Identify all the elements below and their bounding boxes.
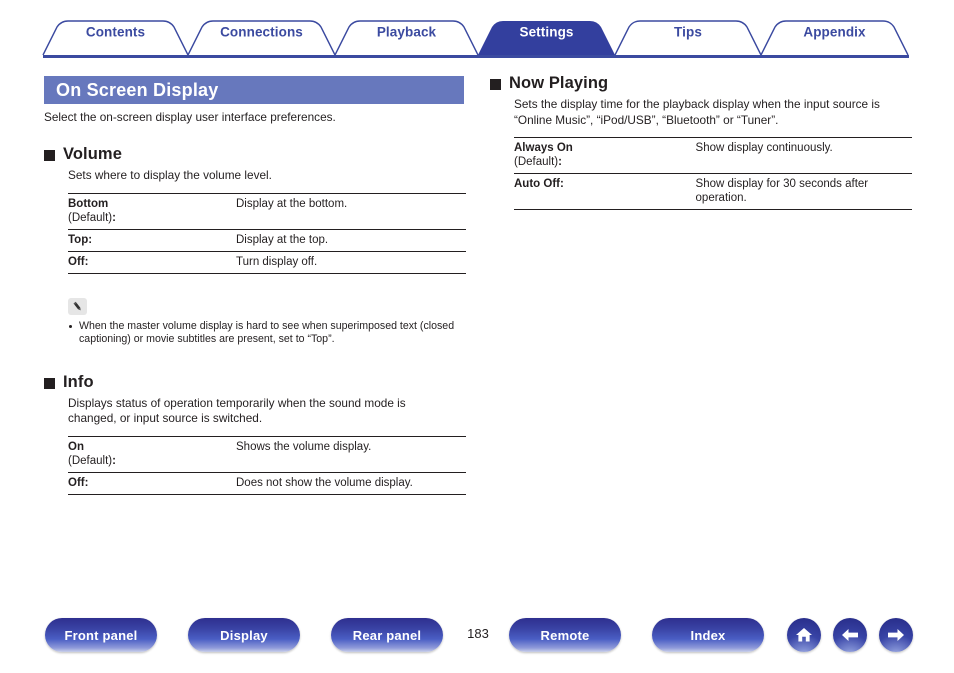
tab-settings[interactable]: Settings [478,25,615,40]
option-name: Bottom [68,197,109,210]
section-title-volume: Volume [63,145,122,163]
square-bullet-icon [44,150,55,161]
option-value: Shows the volume display. [236,440,372,453]
option-value: Turn display off. [236,255,318,268]
option-key: Off: [68,251,234,273]
option-colon: : [558,156,562,168]
option-colon: : [112,211,116,224]
page-intro: Select the on-screen display user interf… [44,110,336,124]
option-name: Top: [68,233,93,246]
note-block: When the master volume display is hard t… [44,297,464,347]
footer-bar: Front panel Display Rear panel 183 Remot… [0,618,954,658]
option-name: Auto Off: [514,178,564,190]
option-colon: : [112,454,116,467]
section-title-now-playing: Now Playing [509,74,609,92]
home-icon [796,628,812,642]
tab-connections[interactable]: Connections [188,25,335,40]
table-row: Off: Does not show the volume display. [68,472,466,494]
options-table-info: On (Default): Shows the volume display. … [68,436,466,495]
option-name: Always On [514,142,573,154]
option-key: Top: [68,229,234,251]
home-button[interactable] [787,618,821,652]
option-value: Display at the top. [236,233,329,246]
options-table-now-playing: Always On (Default): Show display contin… [514,137,912,210]
square-bullet-icon [490,79,501,90]
tab-contents[interactable]: Contents [43,25,188,40]
option-default: (Default) [68,454,113,467]
option-default: (Default) [514,156,559,168]
option-name: Off: [68,476,89,489]
left-column: Select the on-screen display user interf… [44,110,466,495]
note-item: When the master volume display is hard t… [68,320,464,347]
section-heading-volume: Volume [44,145,464,164]
arrow-left-icon [842,629,858,641]
pencil-icon-glyph [73,301,81,310]
option-default: (Default) [68,211,113,224]
option-key: Bottom (Default): [68,193,234,229]
option-key: Off: [68,472,234,494]
section-body-volume: Sets where to display the volume level. … [44,168,466,274]
section-body-now-playing: Sets the display time for the playback d… [490,97,912,210]
arrow-right-icon [888,629,904,641]
section-heading-now-playing: Now Playing [490,74,910,93]
right-column: Now Playing Sets the display time for th… [490,74,912,210]
options-table-volume: Bottom (Default): Display at the bottom.… [68,193,466,274]
table-row: Always On (Default): Show display contin… [514,137,912,174]
forward-button[interactable] [879,618,913,652]
tab-underline [43,55,909,58]
footer-button-display[interactable]: Display [188,618,300,652]
option-key: Auto Off: [514,174,694,210]
section-desc-now-playing: Sets the display time for the playback d… [514,97,880,127]
option-key: On (Default): [68,436,234,472]
option-name: Off: [68,255,89,268]
page-number: 183 [467,626,489,641]
tab-bar: Contents Connections Playback Settings T… [0,0,954,62]
square-bullet-icon [44,377,55,389]
footer-button-rear-panel[interactable]: Rear panel [331,618,443,652]
note-list: When the master volume display is hard t… [68,320,464,347]
option-value: Does not show the volume display. [236,476,413,489]
option-key: Always On (Default): [514,138,694,174]
tab-playback[interactable]: Playback [335,25,478,40]
option-name: On [68,440,84,453]
back-button[interactable] [833,618,867,652]
page-title: On Screen Display [56,79,219,100]
section-desc-info: Displays status of operation temporarily… [68,395,406,426]
option-value: Show display continuously. [695,142,833,154]
section-body-info: Displays status of operation temporarily… [44,395,466,495]
section-desc-volume: Sets where to display the volume level. [68,168,272,182]
pencil-icon [68,297,87,315]
option-value: Display at the bottom. [236,197,348,210]
section-heading-info: Info [44,373,464,392]
footer-button-front-panel[interactable]: Front panel [45,618,157,652]
tab-tips[interactable]: Tips [615,25,761,40]
table-row: Top: Display at the top. [68,229,466,251]
page-title-bar: On Screen Display [44,76,464,104]
option-value: Show display for 30 seconds after operat… [695,178,869,204]
section-title-info: Info [63,372,94,391]
footer-button-remote[interactable]: Remote [509,618,621,652]
table-row: On (Default): Shows the volume display. [68,436,466,472]
table-row: Off: Turn display off. [68,251,466,273]
tab-appendix[interactable]: Appendix [761,25,908,40]
footer-button-index[interactable]: Index [652,618,764,652]
table-row: Bottom (Default): Display at the bottom. [68,193,466,229]
table-row: Auto Off: Show display for 30 seconds af… [514,173,912,210]
